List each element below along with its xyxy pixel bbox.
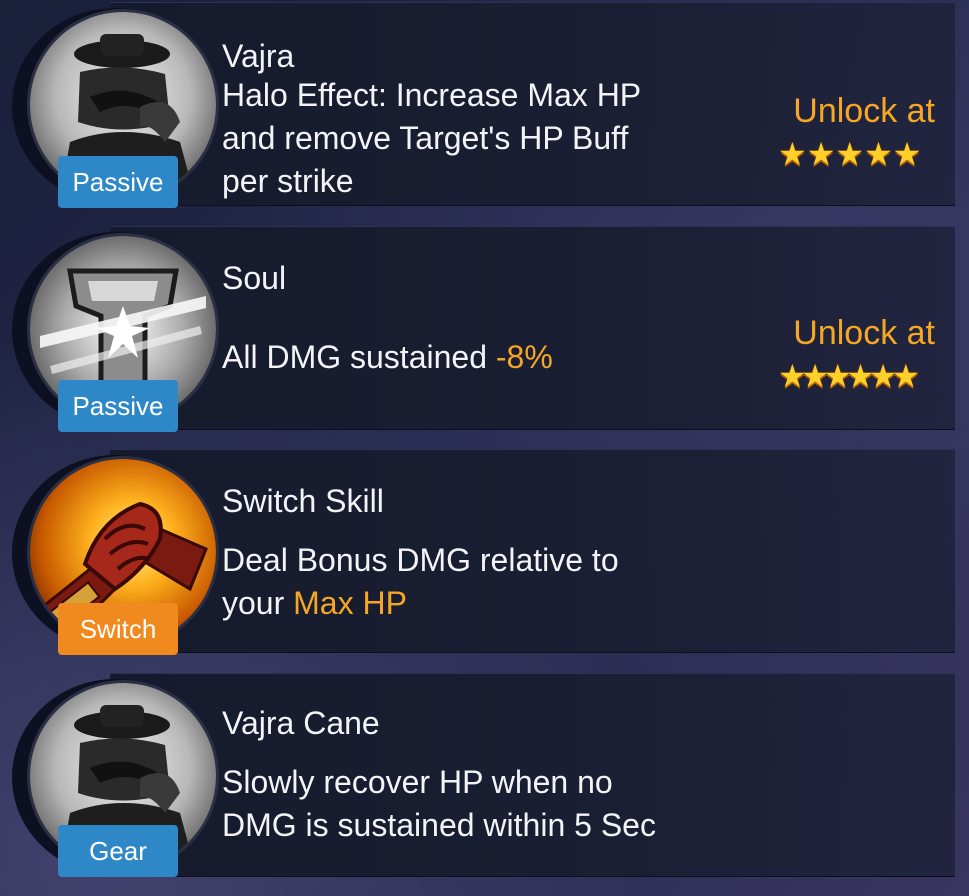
skill-title: Vajra xyxy=(222,38,295,74)
badge-switch: Switch xyxy=(58,603,178,655)
skill-row-vajra-cane[interactable]: Gear Vajra Cane Slowly recover HP when n… xyxy=(0,671,969,877)
skill-title: Switch Skill xyxy=(222,483,384,519)
skill-row-vajra[interactable]: Passive Vajra Halo Effect: Increase Max … xyxy=(0,0,969,208)
skill-description: All DMG sustained -8% xyxy=(222,336,752,379)
skill-title: Soul xyxy=(222,260,287,296)
desc-line: and remove Target's HP Buff xyxy=(222,120,629,156)
skill-description: Halo Effect: Increase Max HP and remove … xyxy=(222,74,752,203)
badge-gear: Gear xyxy=(58,825,178,877)
star-icon: ★ xyxy=(823,357,852,395)
desc-line: per strike xyxy=(222,163,354,199)
desc-line: Slowly recover HP when no xyxy=(222,764,613,800)
skill-row-switch[interactable]: Switch Switch Skill Deal Bonus DMG relat… xyxy=(0,447,969,655)
desc-line: Halo Effect: Increase Max HP xyxy=(222,77,642,113)
star-icon: ★ xyxy=(864,135,893,173)
unlock-label: Unlock at xyxy=(793,92,935,130)
desc-line: Deal Bonus DMG relative to xyxy=(222,542,619,578)
desc-highlight: -8% xyxy=(495,339,553,375)
skill-description: Deal Bonus DMG relative to your Max HP xyxy=(222,539,752,625)
desc-line: DMG is sustained within 5 Sec xyxy=(222,807,656,843)
badge-passive: Passive xyxy=(58,380,178,432)
desc-line: your Max HP xyxy=(222,582,752,625)
unlock-stars: ★ ★ ★ ★ ★ xyxy=(778,138,921,170)
star-icon: ★ xyxy=(868,357,898,395)
skill-title: Vajra Cane xyxy=(222,705,380,741)
star-icon: ★ xyxy=(800,357,830,395)
desc-highlight: Max HP xyxy=(293,585,407,621)
unlock-stars: ★ ★ ★ ★ ★ ★ xyxy=(778,357,920,395)
star-icon: ★ xyxy=(891,357,920,395)
star-icon: ★ xyxy=(806,135,836,173)
star-icon: ★ xyxy=(846,357,875,395)
star-icon: ★ xyxy=(778,357,807,395)
desc-text: your xyxy=(222,585,294,621)
desc-text: All DMG sustained xyxy=(222,339,496,375)
star-icon: ★ xyxy=(892,135,922,173)
unlock-label: Unlock at xyxy=(793,314,935,352)
badge-passive: Passive xyxy=(58,156,178,208)
skill-row-soul[interactable]: Passive Soul All DMG sustained -8% Unloc… xyxy=(0,224,969,432)
star-icon: ★ xyxy=(835,135,865,173)
star-icon: ★ xyxy=(778,135,807,173)
skill-description: Slowly recover HP when no DMG is sustain… xyxy=(222,761,752,847)
